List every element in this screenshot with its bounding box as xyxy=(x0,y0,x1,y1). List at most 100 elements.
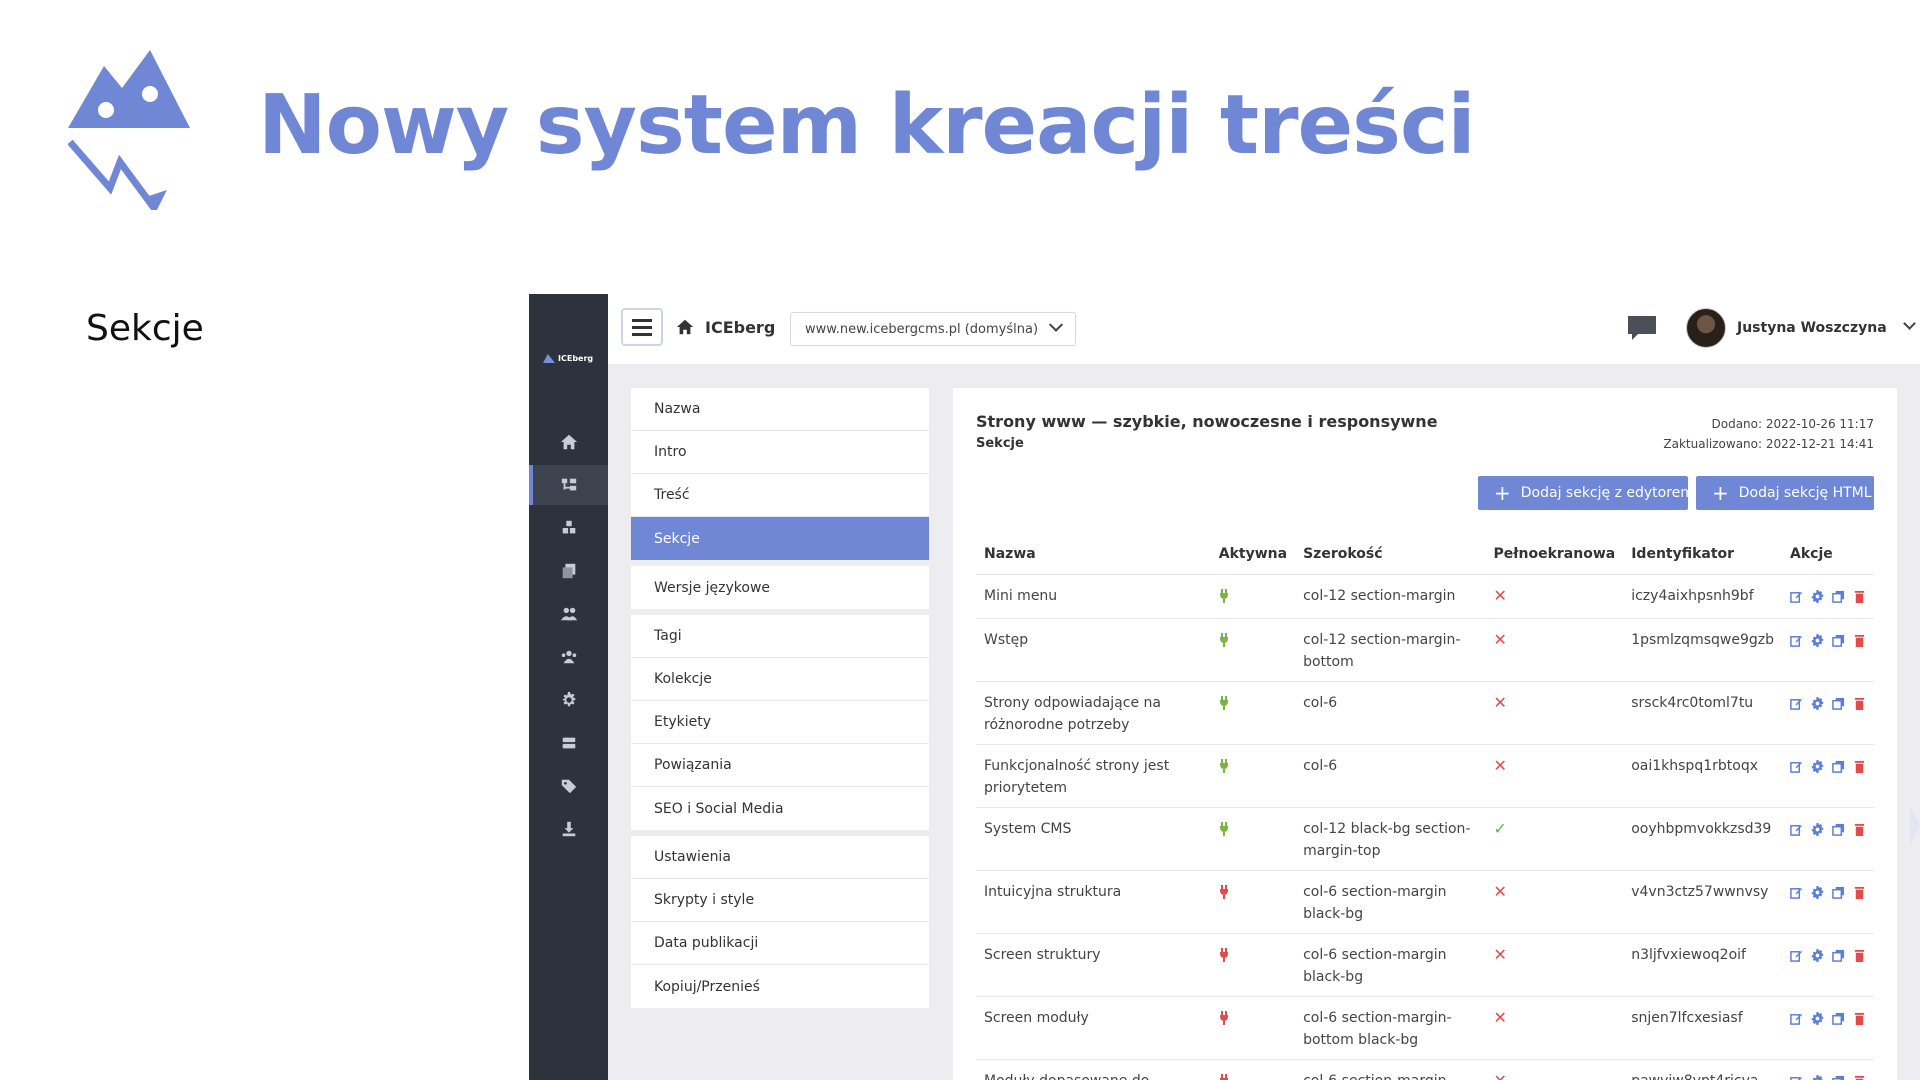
copy-icon[interactable] xyxy=(1832,632,1845,647)
gear-icon[interactable] xyxy=(1811,947,1824,962)
header-nazwa[interactable]: Nazwa xyxy=(976,534,1211,575)
menu-item-tresc[interactable]: Treść xyxy=(631,474,929,517)
trash-icon[interactable] xyxy=(1853,884,1866,899)
sidebar-item-groups[interactable] xyxy=(529,637,608,677)
sidebar-item-users[interactable] xyxy=(529,594,608,634)
menu-item-powiazania[interactable]: Powiązania xyxy=(631,744,929,787)
edit-icon[interactable] xyxy=(1790,695,1803,710)
copy-icon[interactable] xyxy=(1832,695,1845,710)
sidebar-brand[interactable]: ICEberg xyxy=(543,354,593,363)
added-date: Dodano: 2022-10-26 11:17 xyxy=(1711,417,1875,431)
active-cell[interactable] xyxy=(1210,744,1296,808)
menu-toggle-button[interactable] xyxy=(621,308,663,346)
active-cell[interactable] xyxy=(1210,1059,1296,1080)
gear-icon[interactable] xyxy=(1811,632,1824,647)
gear-icon[interactable] xyxy=(1811,1010,1824,1025)
copy-icon[interactable] xyxy=(1832,1073,1845,1080)
trash-icon[interactable] xyxy=(1853,821,1866,836)
copy-icon[interactable] xyxy=(1832,758,1845,773)
plug-active-icon[interactable] xyxy=(1219,632,1229,647)
trash-icon[interactable] xyxy=(1853,632,1866,647)
gear-icon[interactable] xyxy=(1811,884,1824,899)
active-cell[interactable] xyxy=(1210,996,1296,1060)
site-select[interactable]: www.new.icebergcms.pl (domyślna) xyxy=(790,312,1076,346)
user-avatar[interactable] xyxy=(1686,308,1726,348)
plug-inactive-icon[interactable] xyxy=(1219,884,1229,899)
sidebar-item-structure[interactable] xyxy=(529,465,608,505)
home-icon[interactable] xyxy=(676,318,694,336)
menu-item-kopiuj[interactable]: Kopiuj/Przenieś xyxy=(631,965,929,1008)
copy-icon[interactable] xyxy=(1832,947,1845,962)
header-aktywna[interactable]: Aktywna xyxy=(1210,534,1296,575)
chat-icon[interactable] xyxy=(1626,314,1658,342)
menu-item-sekcje[interactable]: Sekcje xyxy=(631,517,929,560)
trash-icon[interactable] xyxy=(1853,1073,1866,1080)
gear-icon[interactable] xyxy=(1811,821,1824,836)
sidebar-item-server[interactable] xyxy=(529,723,608,763)
plug-inactive-icon[interactable] xyxy=(1219,947,1229,962)
trash-icon[interactable] xyxy=(1853,947,1866,962)
copy-icon[interactable] xyxy=(1832,884,1845,899)
active-cell[interactable] xyxy=(1210,618,1296,682)
menu-item-ustawienia[interactable]: Ustawienia xyxy=(631,836,929,879)
plug-inactive-icon[interactable] xyxy=(1219,1073,1229,1080)
menu-item-kolekcje[interactable]: Kolekcje xyxy=(631,658,929,701)
header-szerokosc[interactable]: Szerokość xyxy=(1295,534,1486,575)
add-section-editor-button[interactable]: + Dodaj sekcję z edytorem xyxy=(1478,476,1694,510)
menu-item-data-publikacji[interactable]: Data publikacji xyxy=(631,922,929,965)
menu-item-nazwa[interactable]: Nazwa xyxy=(631,388,929,431)
active-cell[interactable] xyxy=(1210,807,1296,871)
gear-icon[interactable] xyxy=(1811,695,1824,710)
active-cell[interactable] xyxy=(1210,574,1296,619)
gear-icon[interactable] xyxy=(1811,758,1824,773)
edit-icon[interactable] xyxy=(1790,947,1803,962)
plug-active-icon[interactable] xyxy=(1219,821,1229,836)
menu-item-wersje-jezykowe[interactable]: Wersje językowe xyxy=(631,566,929,609)
sidebar-item-tags[interactable] xyxy=(529,766,608,806)
trash-icon[interactable] xyxy=(1853,758,1866,773)
chevron-down-icon[interactable] xyxy=(1903,317,1916,330)
sidebar-item-home[interactable] xyxy=(529,422,608,462)
app-brand[interactable]: ICEberg xyxy=(705,318,775,337)
plug-inactive-icon[interactable] xyxy=(1219,1010,1229,1025)
table-header: Nazwa Aktywna Szerokość Pełnoekranowa Id… xyxy=(976,534,1874,575)
edit-icon[interactable] xyxy=(1790,588,1803,603)
active-cell[interactable] xyxy=(1210,870,1296,934)
menu-item-intro[interactable]: Intro xyxy=(631,431,929,474)
table-row: Intuicyjna struktura col-6 section-margin… xyxy=(976,870,1874,934)
trash-icon[interactable] xyxy=(1853,588,1866,603)
header-pelnoekranowa[interactable]: Pełnoekranowa xyxy=(1485,534,1624,575)
menu-item-skrypty[interactable]: Skrypty i style xyxy=(631,879,929,922)
header-identyfikator[interactable]: Identyfikator xyxy=(1623,534,1782,575)
sidebar-item-downloads[interactable] xyxy=(529,809,608,849)
active-cell[interactable] xyxy=(1210,681,1296,745)
user-name[interactable]: Justyna Woszczyna xyxy=(1737,320,1887,336)
copy-icon[interactable] xyxy=(1832,821,1845,836)
plug-active-icon[interactable] xyxy=(1219,758,1229,773)
edit-icon[interactable] xyxy=(1790,1010,1803,1025)
sidebar-item-modules[interactable] xyxy=(529,508,608,548)
sidebar-item-settings[interactable] xyxy=(529,680,608,720)
edit-icon[interactable] xyxy=(1790,632,1803,647)
gear-icon[interactable] xyxy=(1811,588,1824,603)
plug-active-icon[interactable] xyxy=(1219,588,1229,603)
add-section-html-button[interactable]: + Dodaj sekcję HTML xyxy=(1696,476,1874,510)
trash-icon[interactable] xyxy=(1853,695,1866,710)
menu-item-etykiety[interactable]: Etykiety xyxy=(631,701,929,744)
edit-icon[interactable] xyxy=(1790,884,1803,899)
edit-icon[interactable] xyxy=(1790,1073,1803,1080)
menu-item-tagi[interactable]: Tagi xyxy=(631,615,929,658)
sidebar-item-pages[interactable] xyxy=(529,551,608,591)
plug-active-icon[interactable] xyxy=(1219,695,1229,710)
copy-icon[interactable] xyxy=(1832,1010,1845,1025)
trash-icon[interactable] xyxy=(1853,1010,1866,1025)
active-cell[interactable] xyxy=(1210,933,1296,997)
table-row: Wstęp col-12 section-margin-bottom ✕ 1psmlz… xyxy=(976,618,1874,682)
edit-icon[interactable] xyxy=(1790,821,1803,836)
edit-icon[interactable] xyxy=(1790,758,1803,773)
menu-item-seo[interactable]: SEO i Social Media xyxy=(631,787,929,830)
gear-icon[interactable] xyxy=(1811,1073,1824,1080)
table-body: Mini menu col-12 section-margin ✕ iczy4aixh… xyxy=(976,574,1874,1080)
next-slide-arrow[interactable] xyxy=(1910,806,1920,846)
copy-icon[interactable] xyxy=(1832,588,1845,603)
